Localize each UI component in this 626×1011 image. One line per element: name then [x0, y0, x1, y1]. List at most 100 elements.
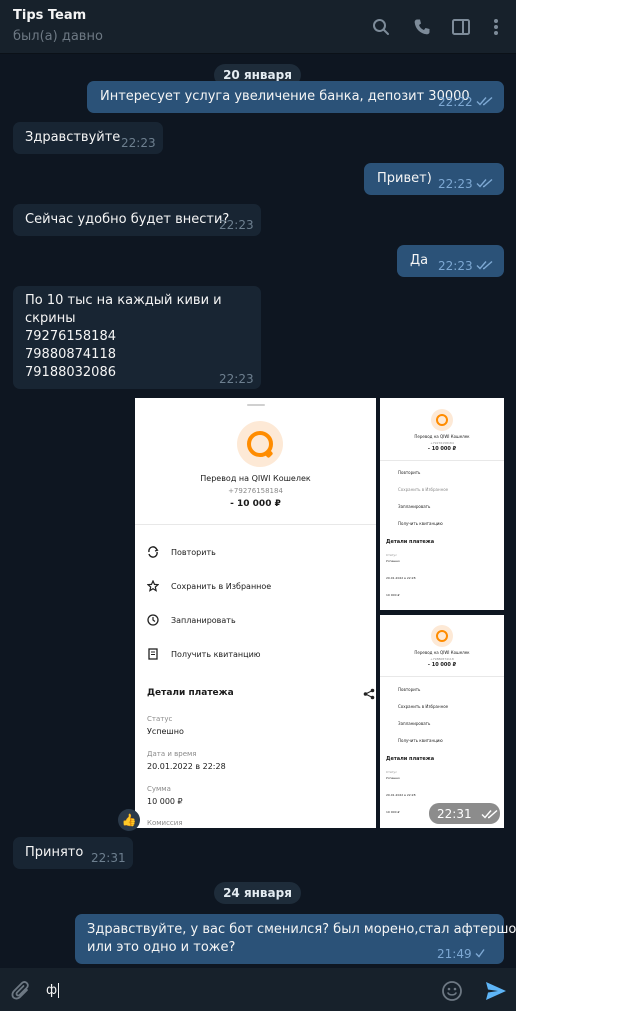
media-timestamp: 22:31 — [429, 803, 500, 824]
action-save-favorite: Сохранить в Избранное — [171, 582, 272, 591]
action-get-receipt: Получить квитанцию — [171, 650, 261, 659]
message-time: 22:31 — [437, 806, 472, 821]
chat-window: Tips Team был(а) давно 20 января Интерес… — [0, 0, 516, 1011]
status-label: Статус — [147, 715, 173, 723]
receipt-image[interactable]: Перевод на QIWI Кошелек +79880874118 - 1… — [380, 615, 504, 828]
receipt-title: Перевод на QIWI Кошелек — [414, 434, 470, 439]
receipt-phone: +79276158184 — [430, 441, 454, 445]
message-text: Привет) — [377, 171, 432, 186]
incoming-message[interactable]: Сейчас удобно будет внести? 22:23 — [13, 204, 261, 236]
clock-icon — [147, 614, 159, 626]
chat-header[interactable]: Tips Team был(а) давно — [0, 0, 516, 54]
status-value: Успешно — [386, 776, 400, 780]
incoming-message[interactable]: Принято 22:31 — [13, 837, 133, 869]
message-time: 22:23 — [219, 218, 254, 232]
action-get-receipt: Получить квитанцию — [398, 738, 443, 743]
star-icon — [147, 580, 159, 592]
phone-icon[interactable] — [408, 13, 436, 41]
date-value: 20.01.2022 в 22:28 — [386, 793, 416, 797]
receipt-amount: - 10 000 ₽ — [427, 446, 457, 452]
date-label: Дата и время — [147, 750, 197, 758]
share-icon — [363, 688, 375, 700]
emoji-icon[interactable] — [441, 980, 463, 1002]
status-label: Статус — [386, 770, 397, 774]
date-value: 20.01.2022 в 22:28 — [386, 576, 416, 580]
double-check-icon — [476, 260, 493, 270]
action-schedule: Запланировать — [171, 616, 236, 625]
message-composer: ф — [0, 968, 516, 1011]
action-schedule: Запланировать — [398, 721, 431, 726]
message-time: 22:23 — [121, 136, 156, 150]
message-text: Интересует услуга увеличение банка, депо… — [100, 89, 470, 104]
receipt-image[interactable]: Перевод на QIWI Кошелек +79276158184 - 1… — [135, 398, 376, 828]
date-separator: 24 января — [214, 882, 301, 904]
action-save-favorite: Сохранить в Избранное — [398, 487, 449, 492]
phone-number: 79188032086 — [25, 365, 116, 380]
qiwi-logo — [237, 421, 283, 467]
receipt-phone: +79276158184 — [228, 487, 283, 495]
sum-label: Сумма — [147, 785, 171, 793]
message-text: Здравствуйте, у вас бот сменился? был мо… — [87, 922, 516, 937]
message-time: 22:22 — [438, 95, 473, 109]
action-repeat: Повторить — [398, 470, 421, 475]
search-icon[interactable] — [367, 13, 395, 41]
double-check-icon — [481, 809, 498, 819]
outgoing-message[interactable]: Интересует услуга увеличение банка, депо… — [87, 81, 504, 113]
check-icon — [475, 949, 485, 958]
incoming-message[interactable]: Здравствуйте 22:23 — [13, 122, 163, 154]
action-repeat: Повторить — [398, 687, 421, 692]
status-value: Успешно — [386, 559, 400, 563]
message-text: Да — [410, 253, 429, 268]
incoming-message[interactable]: По 10 тыс на каждый киви и скрины 792761… — [13, 286, 261, 389]
sum-value: 10 000 ₽ — [386, 810, 400, 814]
fee-label: Комиссия — [147, 819, 183, 827]
message-time: 21:49 — [437, 947, 472, 961]
sum-value: 10 000 ₽ — [386, 593, 400, 597]
phone-number: 79880874118 — [25, 347, 116, 362]
thumbs-up-icon[interactable]: 👍 — [118, 809, 140, 831]
chat-title[interactable]: Tips Team — [13, 8, 86, 23]
message-text: Здравствуйте — [25, 130, 121, 145]
receipt-amount: - 10 000 ₽ — [230, 499, 281, 509]
message-text: Сейчас удобно будет внести? — [25, 212, 230, 227]
qiwi-logo — [431, 409, 453, 431]
outgoing-message[interactable]: Да 22:23 — [397, 245, 504, 277]
drag-handle — [247, 404, 265, 406]
last-seen-status: был(а) давно — [13, 29, 103, 44]
receipt-phone: +79880874118 — [430, 657, 454, 661]
details-title: Детали платежа — [386, 756, 435, 762]
message-time: 22:31 — [91, 851, 126, 865]
qiwi-logo — [431, 625, 453, 647]
outgoing-message[interactable]: Привет) 22:23 — [364, 163, 504, 195]
receipt-image[interactable]: Перевод на QIWI Кошелек +79276158184 - 1… — [380, 398, 504, 610]
paperclip-icon[interactable] — [10, 980, 32, 1002]
outgoing-message[interactable]: Здравствуйте, у вас бот сменился? был мо… — [75, 914, 516, 964]
date-value: 20.01.2022 в 22:28 — [147, 762, 226, 771]
text-caret — [58, 982, 60, 998]
status-label: Статус — [386, 553, 397, 557]
receipt-icon — [148, 648, 158, 660]
action-repeat: Повторить — [171, 548, 216, 557]
sidebar-icon[interactable] — [447, 13, 475, 41]
message-time: 22:23 — [219, 372, 254, 386]
message-text: или это одно и тоже? — [87, 940, 236, 955]
message-time: 22:23 — [438, 259, 473, 273]
sum-value: 10 000 ₽ — [147, 797, 183, 806]
message-text: По 10 тыс на каждый киви и скрины — [25, 293, 222, 326]
receipt-title: Перевод на QIWI Кошелек — [414, 650, 470, 655]
more-icon[interactable] — [482, 13, 510, 41]
message-text: Принято — [25, 845, 84, 860]
receipt-amount: - 10 000 ₽ — [427, 662, 457, 668]
status-value: Успешно — [147, 727, 184, 736]
refresh-icon — [148, 546, 159, 558]
message-input[interactable]: ф — [46, 979, 426, 1001]
action-get-receipt: Получить квитанцию — [398, 521, 443, 526]
double-check-icon — [476, 96, 493, 106]
receipt-title: Перевод на QIWI Кошелек — [200, 474, 311, 483]
message-input-value: ф — [46, 982, 58, 998]
send-icon[interactable] — [484, 980, 508, 1002]
double-check-icon — [476, 178, 493, 188]
details-title: Детали платежа — [386, 539, 435, 545]
action-schedule: Запланировать — [398, 504, 431, 509]
details-title: Детали платежа — [147, 688, 234, 698]
